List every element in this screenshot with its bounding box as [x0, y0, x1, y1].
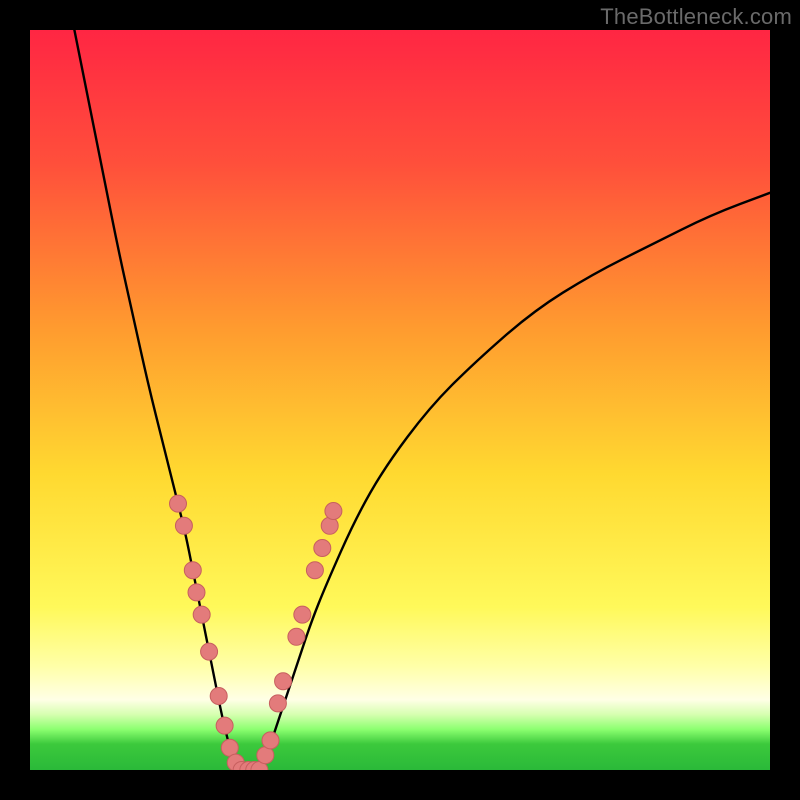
data-point — [325, 503, 342, 520]
data-point — [321, 517, 338, 534]
data-point — [216, 717, 233, 734]
marker-group — [170, 495, 342, 770]
curve-group — [74, 30, 770, 770]
data-point — [193, 606, 210, 623]
data-point — [294, 606, 311, 623]
data-point — [306, 562, 323, 579]
data-point — [275, 673, 292, 690]
chart-frame: TheBottleneck.com — [0, 0, 800, 800]
data-point — [288, 628, 305, 645]
data-point — [175, 517, 192, 534]
data-point — [170, 495, 187, 512]
data-point — [314, 540, 331, 557]
data-point — [210, 688, 227, 705]
data-point — [262, 732, 279, 749]
chart-svg — [30, 30, 770, 770]
data-point — [201, 643, 218, 660]
watermark-text: TheBottleneck.com — [600, 4, 792, 30]
data-point — [188, 584, 205, 601]
data-point — [184, 562, 201, 579]
series-right-branch — [259, 193, 770, 770]
data-point — [269, 695, 286, 712]
plot-area — [30, 30, 770, 770]
